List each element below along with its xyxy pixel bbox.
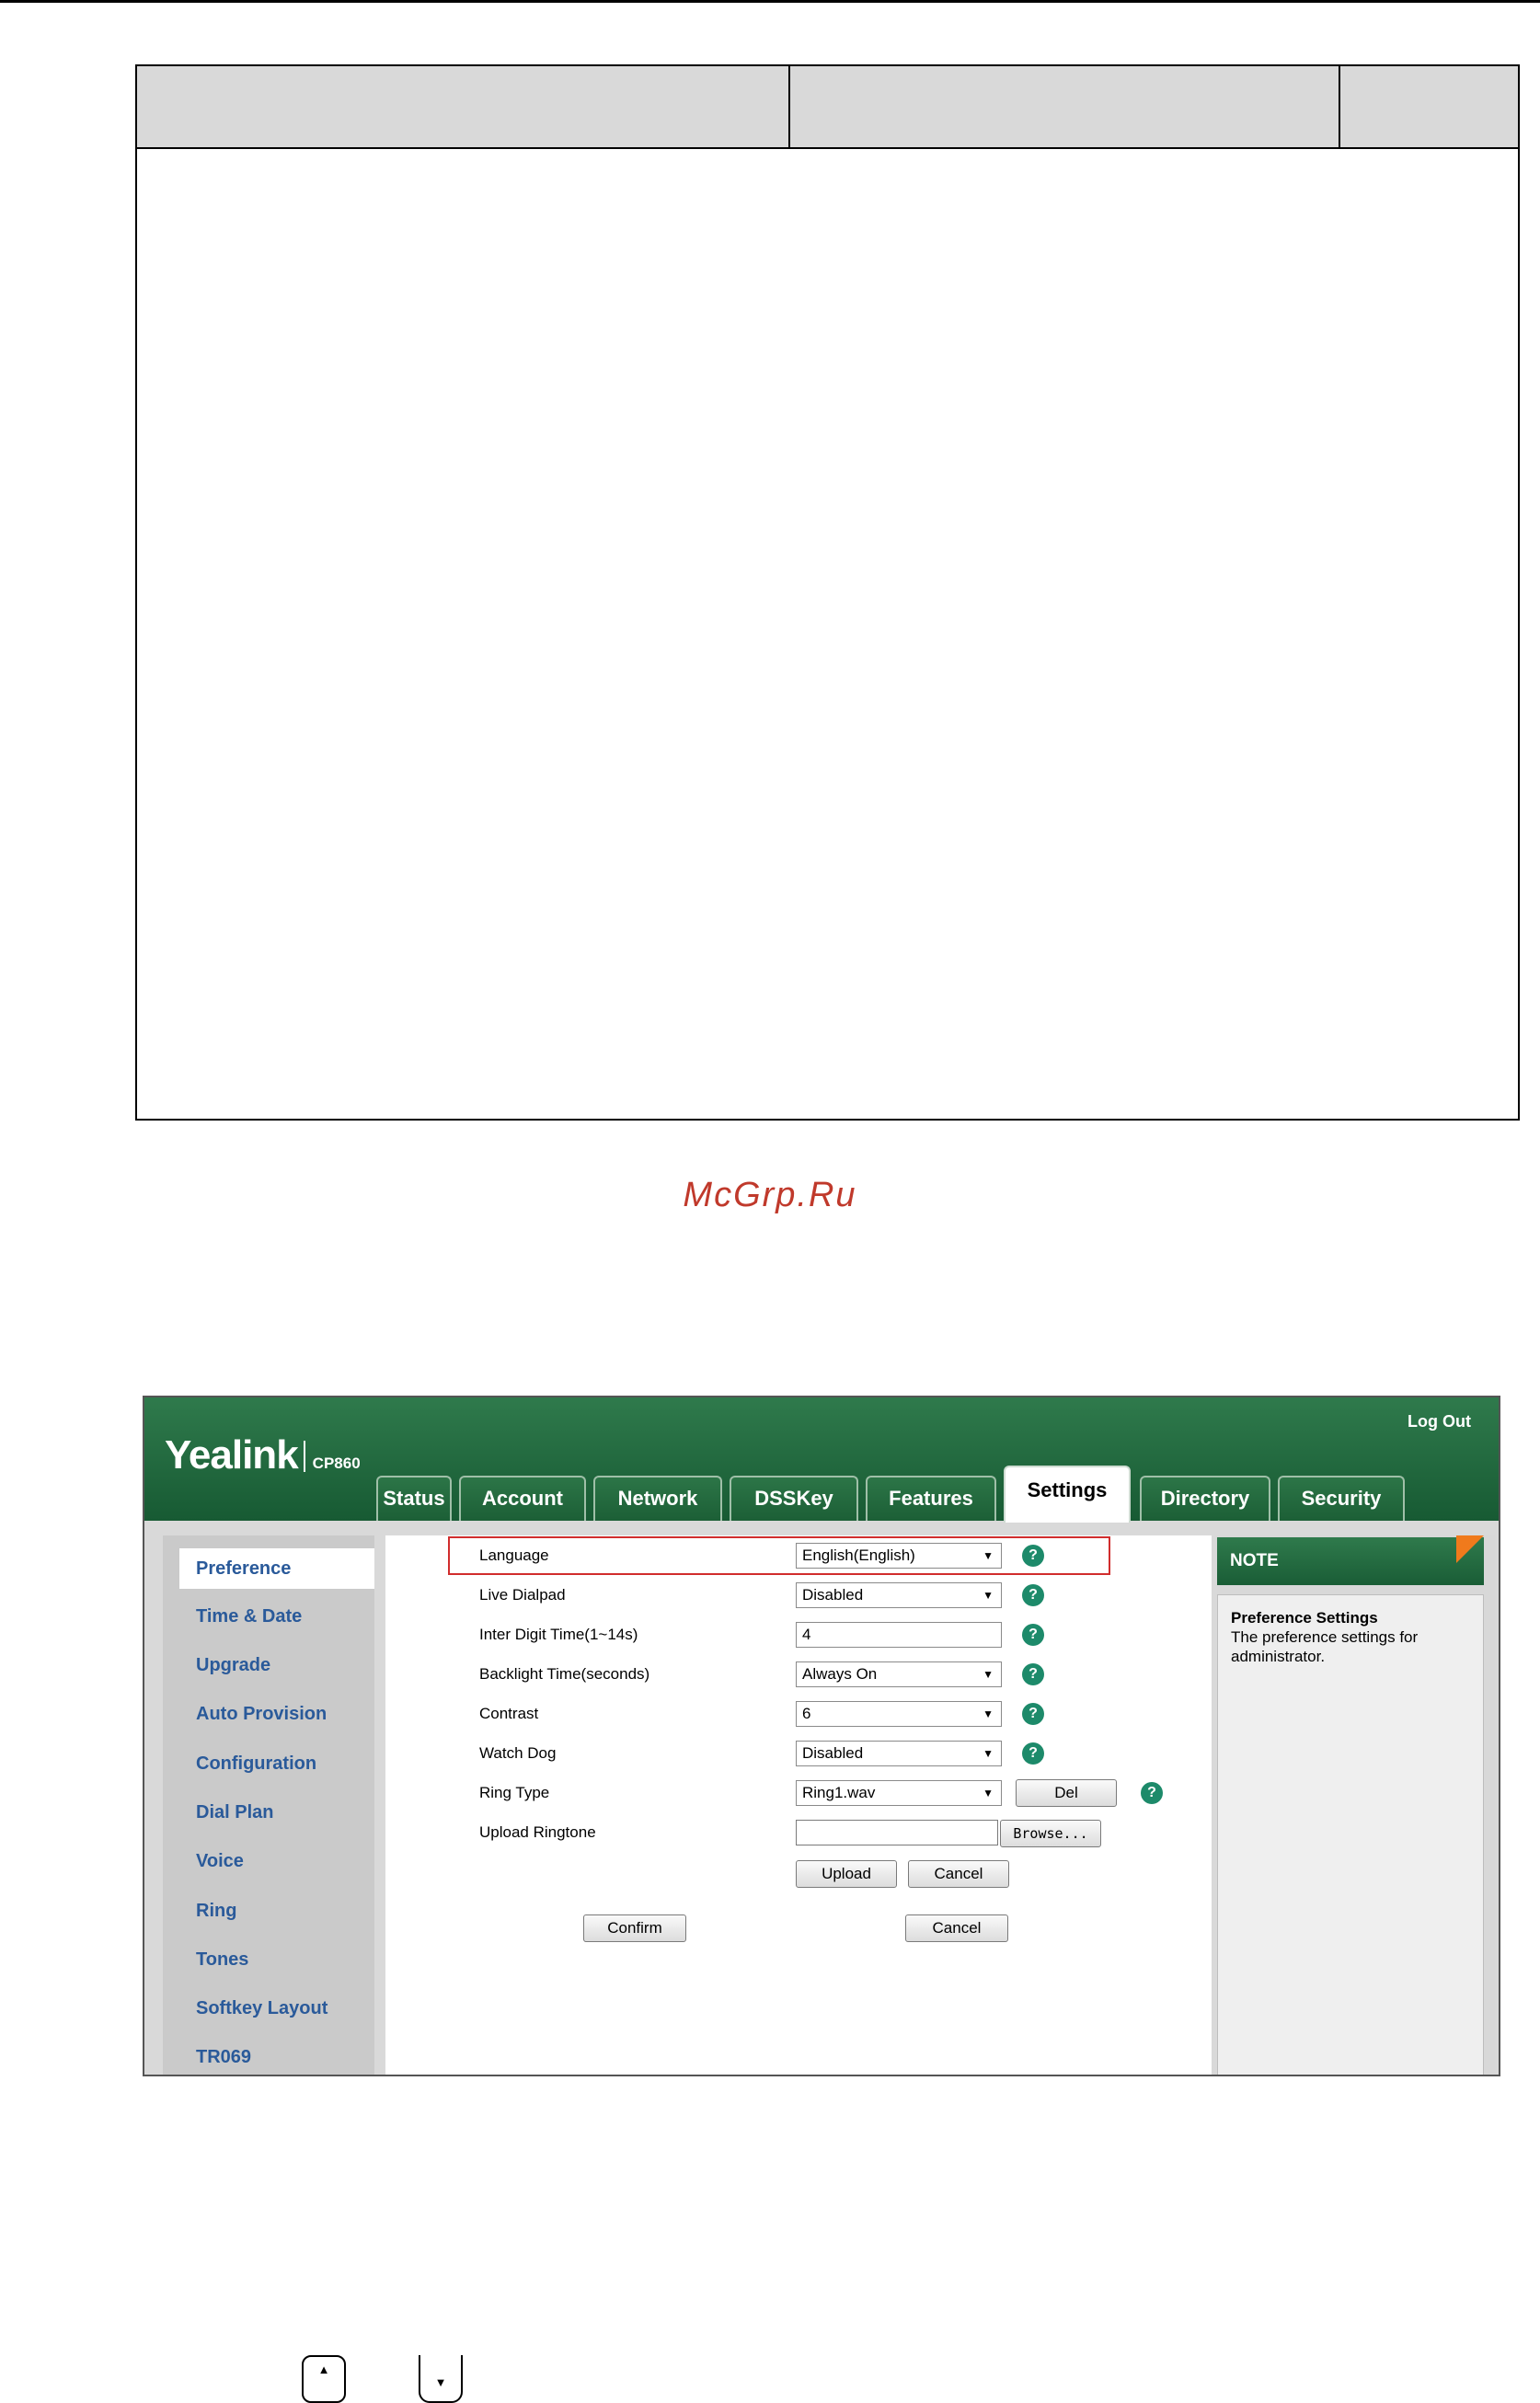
sidebar-item-softkey-layout[interactable]: Softkey Layout — [163, 1988, 374, 2029]
sidebar-item-preference[interactable]: Preference — [179, 1548, 374, 1589]
language-value: English(English) — [802, 1546, 915, 1564]
top-rule — [0, 0, 1540, 3]
help-icon[interactable]: ? — [1141, 1782, 1163, 1804]
ring-type-value: Ring1.wav — [802, 1784, 876, 1801]
dropdown-arrow-icon: ▼ — [983, 1549, 994, 1562]
language-label: Language — [479, 1546, 549, 1564]
language-select[interactable]: English(English) ▼ — [796, 1543, 1002, 1569]
note-text: The preference settings for administrato… — [1231, 1628, 1419, 1665]
help-icon[interactable]: ? — [1022, 1703, 1044, 1725]
watch-dog-select[interactable]: Disabled ▼ — [796, 1741, 1002, 1766]
help-icon[interactable]: ? — [1022, 1545, 1044, 1567]
upload-ringtone-file-input[interactable] — [796, 1820, 998, 1845]
note-title: Preference Settings — [1231, 1609, 1378, 1627]
yealink-web-ui-screenshot: Log Out Yealink CP860 Status Account Netw… — [143, 1396, 1500, 2076]
inter-digit-label: Inter Digit Time(1~14s) — [479, 1626, 638, 1643]
tab-dsskey[interactable]: DSSKey — [730, 1476, 858, 1521]
ring-type-select[interactable]: Ring1.wav ▼ — [796, 1780, 1002, 1806]
up-key-icon: ▲ — [302, 2355, 346, 2403]
backlight-label: Backlight Time(seconds) — [479, 1665, 650, 1683]
tab-network[interactable]: Network — [593, 1476, 722, 1521]
help-icon[interactable]: ? — [1022, 1663, 1044, 1685]
watermark: McGrp.Ru — [683, 1176, 857, 1214]
upload-cancel-button[interactable]: Cancel — [908, 1860, 1009, 1888]
tab-directory[interactable]: Directory — [1140, 1476, 1270, 1521]
tab-account[interactable]: Account — [459, 1476, 586, 1521]
note-header: NOTE — [1217, 1537, 1484, 1585]
backlight-select[interactable]: Always On ▼ — [796, 1661, 1002, 1687]
dropdown-arrow-icon: ▼ — [983, 1589, 994, 1602]
up-arrow-glyph: ▲ — [317, 2363, 330, 2376]
tab-security[interactable]: Security — [1278, 1476, 1405, 1521]
sidebar-item-time-date[interactable]: Time & Date — [163, 1596, 374, 1637]
note-body: Preference Settings The preference setti… — [1217, 1594, 1484, 2075]
live-dialpad-label: Live Dialpad — [479, 1586, 566, 1604]
live-dialpad-value: Disabled — [802, 1586, 864, 1604]
browse-button[interactable]: Browse... — [1000, 1820, 1101, 1847]
watch-dog-label: Watch Dog — [479, 1744, 557, 1762]
help-icon[interactable]: ? — [1022, 1624, 1044, 1646]
dropdown-arrow-icon: ▼ — [983, 1707, 994, 1720]
upload-ringtone-label: Upload Ringtone — [479, 1823, 596, 1841]
help-icon[interactable]: ? — [1022, 1742, 1044, 1765]
document-table — [135, 64, 1520, 1121]
down-arrow-glyph: ▼ — [434, 2375, 447, 2389]
upload-button[interactable]: Upload — [796, 1860, 897, 1888]
table-header-cell-3 — [1340, 66, 1518, 147]
backlight-value: Always On — [802, 1665, 878, 1683]
note-corner-flag — [1456, 1535, 1484, 1563]
sidebar: Preference Time & Date Upgrade Auto Prov… — [163, 1535, 374, 2075]
table-header-row — [137, 66, 1518, 149]
dropdown-arrow-icon: ▼ — [983, 1747, 994, 1760]
inter-digit-input[interactable]: 4 — [796, 1622, 1002, 1648]
sidebar-item-dial-plan[interactable]: Dial Plan — [163, 1792, 374, 1833]
cancel-button[interactable]: Cancel — [905, 1914, 1008, 1942]
sidebar-item-auto-provision[interactable]: Auto Provision — [163, 1694, 374, 1734]
table-header-cell-2 — [790, 66, 1340, 147]
del-button[interactable]: Del — [1016, 1779, 1117, 1807]
dropdown-arrow-icon: ▼ — [983, 1668, 994, 1681]
help-icon[interactable]: ? — [1022, 1584, 1044, 1606]
sidebar-item-tones[interactable]: Tones — [163, 1939, 374, 1980]
sidebar-item-upgrade[interactable]: Upgrade — [163, 1645, 374, 1685]
ring-type-label: Ring Type — [479, 1784, 550, 1801]
live-dialpad-select[interactable]: Disabled ▼ — [796, 1582, 1002, 1608]
model-name: CP860 — [312, 1454, 361, 1472]
brand-name: Yealink — [165, 1432, 299, 1477]
brand-logo: Yealink CP860 — [165, 1432, 361, 1478]
tab-status[interactable]: Status — [376, 1476, 452, 1521]
header-bar: Log Out Yealink CP860 Status Account Netw… — [144, 1397, 1499, 1523]
down-key-icon: ▼ — [419, 2355, 463, 2403]
logo-separator — [303, 1441, 305, 1472]
confirm-button[interactable]: Confirm — [583, 1914, 686, 1942]
sidebar-item-configuration[interactable]: Configuration — [163, 1743, 374, 1784]
contrast-label: Contrast — [479, 1705, 539, 1722]
contrast-value: 6 — [802, 1705, 811, 1722]
dropdown-arrow-icon: ▼ — [983, 1787, 994, 1799]
tab-settings[interactable]: Settings — [1004, 1466, 1131, 1523]
logout-link[interactable]: Log Out — [1408, 1412, 1471, 1431]
sidebar-item-ring[interactable]: Ring — [163, 1891, 374, 1931]
watch-dog-value: Disabled — [802, 1744, 864, 1762]
tab-features[interactable]: Features — [866, 1476, 996, 1521]
sidebar-item-voice[interactable]: Voice — [163, 1841, 374, 1881]
contrast-select[interactable]: 6 ▼ — [796, 1701, 1002, 1727]
table-header-cell-1 — [137, 66, 790, 147]
sidebar-item-tr069[interactable]: TR069 — [163, 2037, 374, 2075]
